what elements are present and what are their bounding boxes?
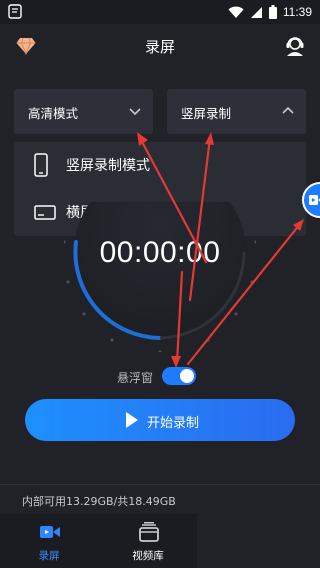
landscape-screen-icon [34, 205, 56, 220]
start-recording-button[interactable]: 开始录制 [25, 399, 295, 441]
storage-text: 内部可用13.29GB/共18.49GB [22, 495, 176, 508]
nav-item-library-label: 视频库 [132, 550, 164, 562]
screen-record-icon [40, 526, 60, 538]
app-header: 录屏 [0, 24, 320, 68]
wifi-icon [228, 6, 244, 18]
status-icons: 11:39 [228, 3, 312, 21]
recording-timer: 00:00:00 [99, 236, 221, 269]
signal-icon [250, 6, 262, 18]
battery-icon [268, 5, 277, 19]
nav-item-record[interactable]: 录屏 [0, 514, 98, 568]
app-notification-icon [8, 4, 22, 19]
customer-service-icon[interactable] [284, 35, 306, 57]
nav-item-record-label: 录屏 [38, 550, 60, 562]
storage-info: 内部可用13.29GB/共18.49GB [0, 484, 320, 514]
floating-window-row: 悬浮窗 [0, 367, 320, 387]
quality-dropdown[interactable]: 高清模式 [14, 89, 153, 134]
toggle-knob [180, 369, 194, 383]
chevron-down-icon [129, 108, 141, 116]
page-title: 录屏 [144, 38, 175, 56]
floating-window-label: 悬浮窗 [117, 371, 154, 385]
orientation-dropdown[interactable]: 竖屏录制 [167, 89, 306, 134]
menu-item-portrait-label: 竖屏录制模式 [66, 158, 150, 174]
nav-item-library[interactable]: 视频库 [99, 514, 197, 568]
start-recording-label: 开始录制 [147, 416, 200, 431]
video-library-icon [139, 522, 159, 542]
status-time: 11:39 [282, 5, 312, 19]
play-icon [126, 412, 138, 428]
portrait-phone-icon [34, 153, 48, 177]
timer-dial [64, 202, 256, 352]
orientation-dropdown-label: 竖屏录制 [181, 106, 232, 121]
bottom-nav: 录屏 视频库 [0, 514, 197, 568]
chevron-up-icon [282, 106, 294, 114]
status-bar: 11:39 [0, 0, 320, 24]
menu-item-portrait[interactable]: 竖屏录制模式 [14, 142, 306, 189]
quality-dropdown-label: 高清模式 [28, 106, 79, 121]
screen-recorder-app: 11:39 录屏 高清模式 竖屏录制 竖屏录制模式 00:00:00 悬浮窗 开… [0, 0, 320, 568]
record-float-icon [309, 195, 320, 205]
floating-window-toggle[interactable] [162, 367, 196, 385]
